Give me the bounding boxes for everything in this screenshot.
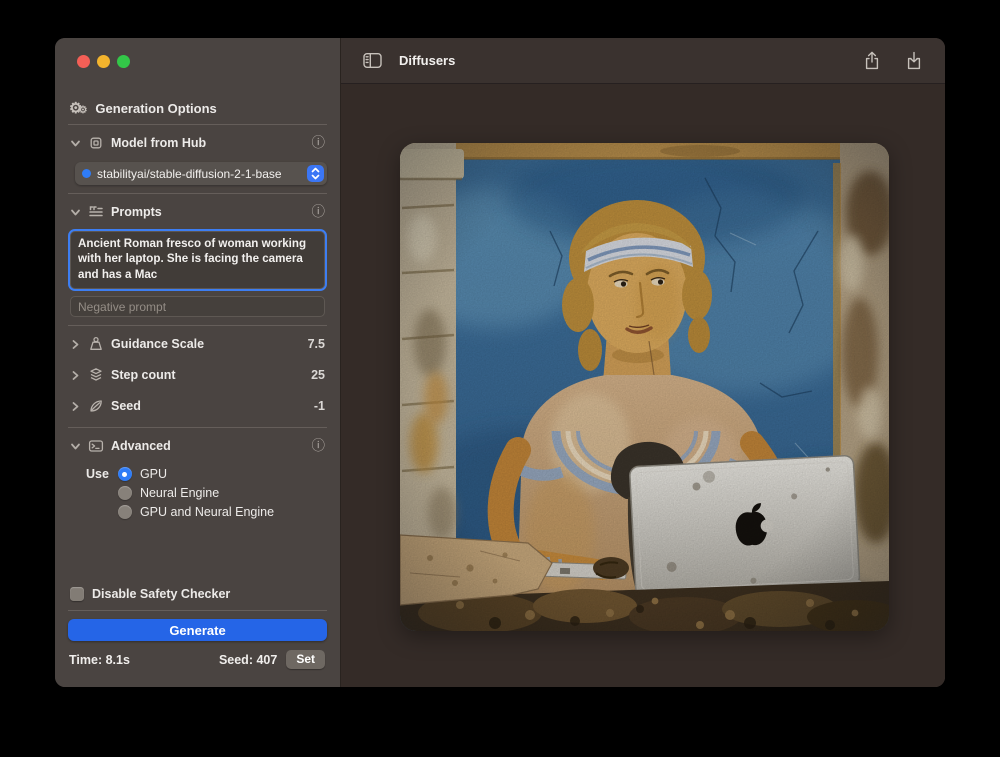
radio-gpu[interactable] bbox=[118, 467, 132, 481]
safety-checker-row[interactable]: Disable Safety Checker bbox=[55, 586, 340, 602]
info-icon[interactable]: ⓘ bbox=[312, 205, 326, 219]
close-button[interactable] bbox=[77, 55, 90, 68]
sidebar: ⚙⚙ Generation Options Model from Hub ⓘ s… bbox=[55, 38, 341, 687]
share-icon[interactable] bbox=[863, 51, 881, 70]
divider bbox=[68, 325, 327, 326]
image-canvas bbox=[341, 84, 945, 687]
seed-value: -1 bbox=[314, 399, 325, 413]
fresco-illustration bbox=[400, 143, 889, 631]
generate-button[interactable]: Generate bbox=[68, 619, 327, 641]
use-label: Use bbox=[86, 467, 109, 519]
radio-gpu-and-neural-engine-label: GPU and Neural Engine bbox=[140, 505, 274, 519]
generated-image[interactable] bbox=[400, 143, 889, 631]
model-label: Model from Hub bbox=[111, 136, 206, 150]
seed-row: Seed -1 bbox=[55, 393, 340, 419]
generation-options-label: Generation Options bbox=[95, 101, 216, 116]
zoom-button[interactable] bbox=[117, 55, 130, 68]
step-count-label: Step count bbox=[111, 368, 176, 382]
chevron-down-icon[interactable] bbox=[70, 441, 81, 452]
time-status: Time: 8.1s bbox=[69, 653, 130, 667]
chevron-right-icon[interactable] bbox=[70, 370, 81, 381]
seed-status: Seed: 407 bbox=[219, 653, 277, 667]
guidance-scale-value: 7.5 bbox=[308, 337, 325, 351]
prompt-input[interactable]: Ancient Roman fresco of woman working wi… bbox=[70, 231, 325, 289]
model-select[interactable]: stabilityai/stable-diffusion-2-1-base bbox=[75, 162, 327, 185]
seed-label: Seed bbox=[111, 399, 141, 413]
model-select-value: stabilityai/stable-diffusion-2-1-base bbox=[97, 167, 301, 181]
prompts-label: Prompts bbox=[111, 205, 162, 219]
radio-gpu-and-neural-engine[interactable] bbox=[118, 505, 132, 519]
generation-options-header: ⚙⚙ Generation Options bbox=[69, 101, 325, 116]
radio-row-neural-engine[interactable]: Neural Engine bbox=[118, 486, 274, 500]
chevron-down-icon[interactable] bbox=[70, 138, 81, 149]
prompts-section-header: Prompts ⓘ bbox=[55, 199, 340, 225]
radio-neural-engine[interactable] bbox=[118, 486, 132, 500]
guidance-scale-label: Guidance Scale bbox=[111, 337, 204, 351]
chevron-right-icon[interactable] bbox=[70, 339, 81, 350]
leaf-icon bbox=[88, 398, 104, 414]
diffusers-window: ⚙⚙ Generation Options Model from Hub ⓘ s… bbox=[55, 38, 945, 687]
traffic-lights bbox=[77, 55, 340, 68]
popup-stepper-icon[interactable] bbox=[307, 165, 324, 182]
main-area: Diffusers bbox=[341, 38, 945, 687]
chevron-right-icon[interactable] bbox=[70, 401, 81, 412]
set-seed-button[interactable]: Set bbox=[286, 650, 325, 669]
prompts-quote-icon bbox=[88, 204, 104, 220]
steps-stack-icon bbox=[88, 367, 104, 383]
step-count-value: 25 bbox=[311, 368, 325, 382]
step-count-row: Step count 25 bbox=[55, 362, 340, 388]
divider bbox=[68, 124, 327, 125]
compute-unit-group: Use GPU Neural Engine GPU and Neural Eng… bbox=[55, 467, 340, 519]
disable-safety-checkbox[interactable] bbox=[70, 587, 84, 601]
info-icon[interactable]: ⓘ bbox=[312, 439, 326, 453]
divider bbox=[68, 427, 327, 428]
negative-prompt-input[interactable] bbox=[70, 296, 325, 317]
advanced-label: Advanced bbox=[111, 439, 171, 453]
divider bbox=[68, 610, 327, 611]
save-image-icon[interactable] bbox=[905, 51, 923, 70]
radio-gpu-label: GPU bbox=[140, 467, 167, 481]
desktop-background: ⚙⚙ Generation Options Model from Hub ⓘ s… bbox=[0, 0, 1000, 757]
model-status-dot bbox=[82, 169, 91, 178]
model-chip-icon bbox=[88, 135, 104, 151]
terminal-icon bbox=[88, 438, 104, 454]
status-bar: Time: 8.1s Seed: 407 Set bbox=[55, 650, 340, 669]
radio-row-gpu[interactable]: GPU bbox=[118, 467, 274, 481]
gears-icon: ⚙⚙ bbox=[69, 101, 87, 116]
info-icon[interactable]: ⓘ bbox=[312, 136, 326, 150]
chevron-down-icon[interactable] bbox=[70, 207, 81, 218]
window-title: Diffusers bbox=[399, 53, 455, 68]
disable-safety-label: Disable Safety Checker bbox=[92, 587, 230, 601]
scale-weight-icon bbox=[88, 336, 104, 352]
radio-row-gpu-and-neural-engine[interactable]: GPU and Neural Engine bbox=[118, 505, 274, 519]
model-section-header: Model from Hub ⓘ bbox=[55, 130, 340, 156]
radio-neural-engine-label: Neural Engine bbox=[140, 486, 219, 500]
minimize-button[interactable] bbox=[97, 55, 110, 68]
advanced-section-header: Advanced ⓘ bbox=[55, 433, 340, 459]
guidance-scale-row: Guidance Scale 7.5 bbox=[55, 331, 340, 357]
sidebar-toggle-icon[interactable] bbox=[363, 52, 382, 69]
main-titlebar: Diffusers bbox=[341, 38, 945, 84]
divider bbox=[68, 193, 327, 194]
